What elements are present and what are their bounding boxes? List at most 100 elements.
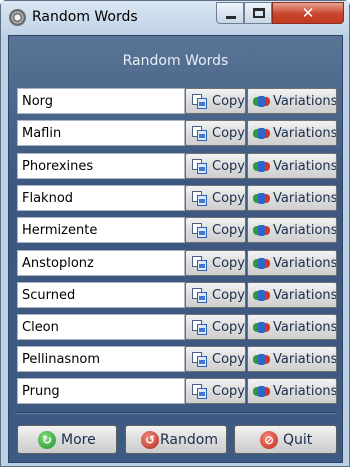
app-window: Random Words ✕ Random Words Norg Copy Va… [0, 0, 350, 467]
word-field[interactable]: Cleon [17, 314, 185, 340]
variations-label: Variations [273, 223, 337, 238]
main-panel: Random Words Norg Copy Variations Maflin… [8, 35, 343, 463]
copy-button[interactable]: Copy [185, 282, 246, 308]
copy-button[interactable]: Copy [185, 314, 246, 340]
title-bar[interactable]: Random Words ✕ [1, 1, 349, 34]
word-row: Pellinasnom Copy Variations [17, 346, 337, 372]
word-field[interactable]: Norg [17, 88, 185, 114]
minimize-button[interactable] [216, 2, 244, 24]
word-field[interactable]: Anstoplonz [17, 250, 185, 276]
copy-button[interactable]: Copy [185, 217, 246, 243]
variations-button[interactable]: Variations [247, 217, 337, 243]
variations-button[interactable]: Variations [247, 88, 337, 114]
word-row: Cleon Copy Variations [17, 314, 337, 340]
close-icon: ✕ [301, 4, 315, 22]
variations-icon [253, 96, 270, 107]
variations-icon [253, 161, 270, 172]
quit-label: Quit [283, 432, 313, 448]
copy-icon [192, 384, 207, 399]
minimize-icon [226, 16, 236, 19]
copy-label: Copy [212, 94, 245, 109]
random-button[interactable]: ↺ Random [125, 425, 227, 454]
variations-button[interactable]: Variations [247, 250, 337, 276]
copy-label: Copy [212, 126, 245, 141]
more-button[interactable]: ↻ More [17, 425, 117, 454]
refresh-icon: ↻ [38, 431, 56, 449]
copy-icon [192, 159, 207, 174]
copy-icon [192, 191, 207, 206]
copy-label: Copy [212, 352, 245, 367]
copy-label: Copy [212, 223, 245, 238]
maximize-icon [253, 8, 265, 18]
copy-icon [192, 256, 207, 271]
copy-icon [192, 288, 207, 303]
variations-button[interactable]: Variations [247, 120, 337, 146]
divider [15, 412, 337, 414]
copy-label: Copy [212, 256, 245, 271]
copy-label: Copy [212, 159, 245, 174]
copy-button[interactable]: Copy [185, 346, 246, 372]
shuffle-icon: ↺ [141, 431, 159, 449]
copy-button[interactable]: Copy [185, 250, 246, 276]
variations-button[interactable]: Variations [247, 378, 337, 404]
copy-icon [192, 223, 207, 238]
variations-icon [253, 386, 270, 397]
variations-label: Variations [273, 320, 337, 335]
copy-label: Copy [212, 320, 245, 335]
word-row: Hermizente Copy Variations [17, 217, 337, 243]
word-field[interactable]: Scurned [17, 282, 185, 308]
copy-icon [192, 126, 207, 141]
no-entry-icon: ⊘ [260, 431, 278, 449]
variations-button[interactable]: Variations [247, 185, 337, 211]
more-label: More [61, 432, 96, 448]
variations-label: Variations [273, 288, 337, 303]
variations-button[interactable]: Variations [247, 153, 337, 179]
variations-icon [253, 290, 270, 301]
word-row: Prung Copy Variations [17, 378, 337, 404]
word-field[interactable]: Phorexines [17, 153, 185, 179]
window-title: Random Words [32, 9, 138, 25]
variations-icon [253, 128, 270, 139]
variations-button[interactable]: Variations [247, 346, 337, 372]
copy-button[interactable]: Copy [185, 185, 246, 211]
copy-icon [192, 352, 207, 367]
word-row: Anstoplonz Copy Variations [17, 250, 337, 276]
copy-button[interactable]: Copy [185, 153, 246, 179]
word-field[interactable]: Flaknod [17, 185, 185, 211]
copy-button[interactable]: Copy [185, 378, 246, 404]
variations-icon [253, 225, 270, 236]
word-row: Norg Copy Variations [17, 88, 337, 114]
variations-label: Variations [273, 126, 337, 141]
copy-label: Copy [212, 384, 245, 399]
word-row: Phorexines Copy Variations [17, 153, 337, 179]
word-row: Maflin Copy Variations [17, 120, 337, 146]
variations-label: Variations [273, 352, 337, 367]
variations-icon [253, 193, 270, 204]
word-row: Scurned Copy Variations [17, 282, 337, 308]
close-button[interactable]: ✕ [272, 2, 344, 24]
variations-label: Variations [273, 256, 337, 271]
word-field[interactable]: Pellinasnom [17, 346, 185, 372]
variations-icon [253, 258, 270, 269]
copy-button[interactable]: Copy [185, 120, 246, 146]
variations-label: Variations [273, 94, 337, 109]
random-label: Random [160, 432, 218, 448]
word-row: Flaknod Copy Variations [17, 185, 337, 211]
variations-label: Variations [273, 384, 337, 399]
variations-label: Variations [273, 191, 337, 206]
variations-button[interactable]: Variations [247, 314, 337, 340]
copy-icon [192, 94, 207, 109]
copy-icon [192, 320, 207, 335]
variations-icon [253, 322, 270, 333]
word-field[interactable]: Hermizente [17, 217, 185, 243]
quit-button[interactable]: ⊘ Quit [234, 425, 337, 454]
copy-button[interactable]: Copy [185, 88, 246, 114]
word-field[interactable]: Prung [17, 378, 185, 404]
page-title: Random Words [122, 53, 229, 69]
variations-icon [253, 354, 270, 365]
copy-label: Copy [212, 191, 245, 206]
maximize-button[interactable] [244, 2, 272, 24]
variations-button[interactable]: Variations [247, 282, 337, 308]
word-field[interactable]: Maflin [17, 120, 185, 146]
variations-label: Variations [273, 159, 337, 174]
